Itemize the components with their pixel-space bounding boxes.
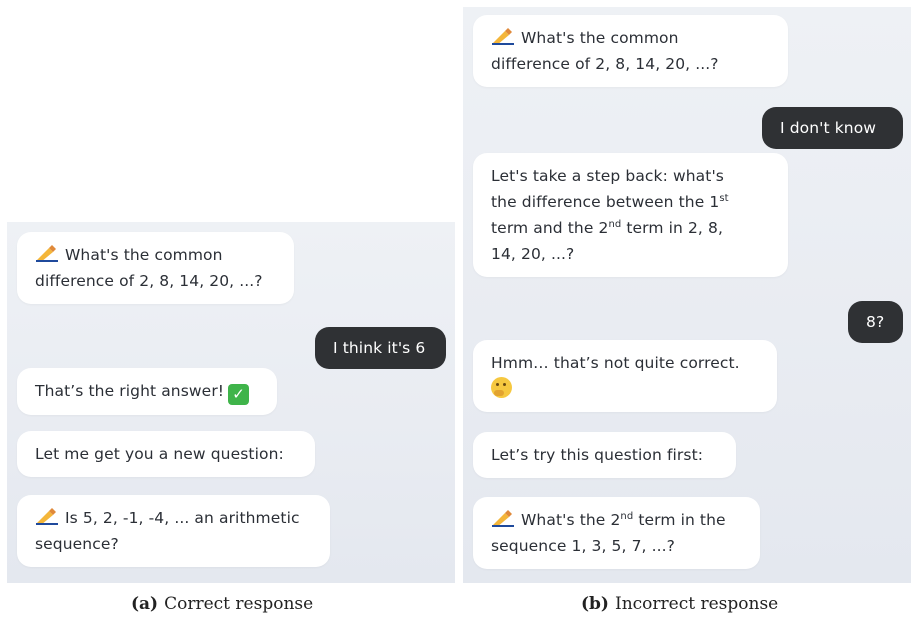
chat-panel-correct: What's the common difference of 2, 8, 14… [7, 222, 455, 583]
message-line: What's the common [65, 246, 223, 264]
message-line: sequence? [35, 535, 119, 553]
message-text: Let me get you a new question: [35, 445, 284, 463]
caption-b: (b) Incorrect response [581, 594, 778, 614]
message-line: 14, 20, ...? [491, 245, 575, 263]
caption-label: (a) [131, 594, 159, 614]
user-message: I don't know [762, 107, 903, 149]
caption-label: (b) [581, 594, 609, 614]
ordinal-suffix: nd [620, 511, 634, 522]
writing-hand-icon [491, 28, 521, 47]
user-message: 8? [848, 301, 903, 343]
message-text: I don't know [780, 119, 877, 137]
message-line: difference of 2, 8, 14, 20, ...? [491, 55, 719, 73]
message-line: Hmm… that’s not quite correct. [491, 354, 740, 372]
caption-a: (a) Correct response [131, 594, 313, 614]
bot-message: That’s the right answer! ✓ [17, 368, 277, 415]
message-text: I think it's 6 [333, 339, 426, 357]
ordinal-suffix: nd [608, 219, 622, 230]
ordinal-suffix: st [719, 193, 729, 204]
bot-message: Let's take a step back: what's the diffe… [473, 153, 788, 277]
writing-hand-icon [491, 510, 521, 529]
message-text: That’s the right answer! [35, 382, 225, 400]
message-line: sequence 1, 3, 5, 7, ...? [491, 537, 675, 555]
message-line: term and the 2 [491, 219, 609, 237]
bot-message: What's the 2nd term in the sequence 1, 3… [473, 497, 760, 569]
caption-text: Incorrect response [614, 594, 779, 614]
message-line: Is 5, 2, -1, -4, ... an arithmetic [65, 509, 300, 527]
message-text: 8? [866, 313, 885, 331]
writing-hand-icon [35, 508, 65, 527]
message-line: What's the 2 [521, 511, 621, 529]
message-line: term in 2, 8, [621, 219, 723, 237]
thinking-face-icon [491, 377, 512, 398]
bot-message: What's the common difference of 2, 8, 14… [17, 232, 294, 304]
bot-message: Let’s try this question first: [473, 432, 736, 478]
writing-hand-icon [35, 245, 65, 264]
chat-panel-incorrect: What's the common difference of 2, 8, 14… [463, 7, 911, 583]
check-mark-icon: ✓ [228, 384, 250, 405]
caption-text: Correct response [164, 594, 314, 614]
message-line: Let's take a step back: what's [491, 167, 724, 185]
bot-message: What's the common difference of 2, 8, 14… [473, 15, 788, 87]
bot-message: Hmm… that’s not quite correct. [473, 340, 777, 412]
user-message: I think it's 6 [315, 327, 446, 369]
message-line: difference of 2, 8, 14, 20, ...? [35, 272, 263, 290]
message-line: the difference between the 1 [491, 193, 720, 211]
bot-message: Is 5, 2, -1, -4, ... an arithmetic seque… [17, 495, 330, 567]
message-text: Let’s try this question first: [491, 446, 704, 464]
bot-message: Let me get you a new question: [17, 431, 315, 477]
message-line: What's the common [521, 29, 679, 47]
message-line: term in the [633, 511, 726, 529]
